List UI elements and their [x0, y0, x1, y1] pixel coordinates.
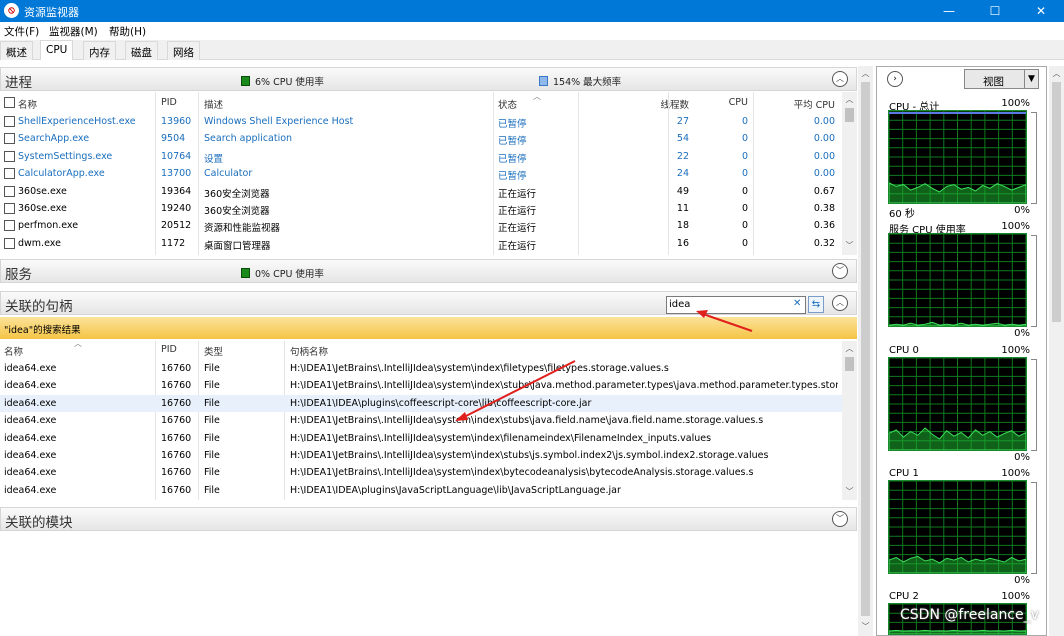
- graph-title: CPU 1: [889, 468, 919, 479]
- scroll-thumb[interactable]: [1052, 82, 1061, 322]
- graph-title: CPU 2: [889, 591, 919, 602]
- watermark: CSDN @freelance_v: [900, 607, 1039, 623]
- graph-time-label: 60 秒: [889, 209, 915, 220]
- graph-min-label: 0%: [1014, 575, 1030, 586]
- graph-max-label: 100%: [1001, 98, 1030, 109]
- graph-max-label: 100%: [1001, 468, 1030, 479]
- graph-min-label: 0%: [1014, 452, 1030, 463]
- view-label: 视图: [983, 76, 1004, 88]
- cpu-usage-graph: [889, 481, 1026, 573]
- graph-max-label: 100%: [1001, 345, 1030, 356]
- graph-max-label: 100%: [1001, 221, 1030, 232]
- main-scrollbar[interactable]: ︿ ﹀: [858, 66, 873, 636]
- chevron-down-icon[interactable]: ▼: [1024, 70, 1038, 88]
- scroll-up-icon[interactable]: ︿: [858, 68, 873, 80]
- cpu-usage-graph: [889, 358, 1026, 450]
- annotation-arrow: [461, 360, 576, 419]
- cpu-usage-graph: [889, 234, 1026, 326]
- annotation-arrowhead: [696, 310, 708, 318]
- graph-scale-bracket: [1031, 112, 1037, 204]
- graph-frame: [888, 357, 1027, 451]
- graph-scale-bracket: [1031, 359, 1037, 451]
- scroll-up-icon[interactable]: ︿: [1049, 68, 1064, 80]
- graph-max-label: 100%: [1001, 591, 1030, 602]
- graph-frame: [888, 110, 1027, 204]
- graph-frame: [888, 233, 1027, 327]
- graph-panel-scrollbar[interactable]: ︿: [1049, 66, 1064, 636]
- annotation-arrowhead: [455, 412, 468, 421]
- scroll-thumb[interactable]: [861, 82, 870, 616]
- graph-scale-bracket: [1031, 482, 1037, 574]
- graph-frame: [888, 480, 1027, 574]
- graph-min-label: 0%: [1014, 328, 1030, 339]
- graph-series-area: [889, 629, 1026, 634]
- graph-scale-bracket: [1031, 235, 1037, 327]
- scroll-down-icon[interactable]: ﹀: [858, 621, 873, 633]
- graph-min-label: 0%: [1014, 205, 1030, 216]
- graph-panel: › 视图 ▼ CPU - 总计 100% 0% 60 秒服务 CPU 使用率 100% 0…: [876, 66, 1047, 636]
- annotation-arrow: [702, 313, 753, 332]
- graph-title: CPU 0: [889, 345, 919, 356]
- view-dropdown[interactable]: 视图 ▼: [964, 69, 1039, 89]
- graph-series-area: [889, 555, 1026, 573]
- expand-panel-icon[interactable]: ›: [887, 71, 903, 87]
- cpu-usage-graph: [889, 111, 1026, 203]
